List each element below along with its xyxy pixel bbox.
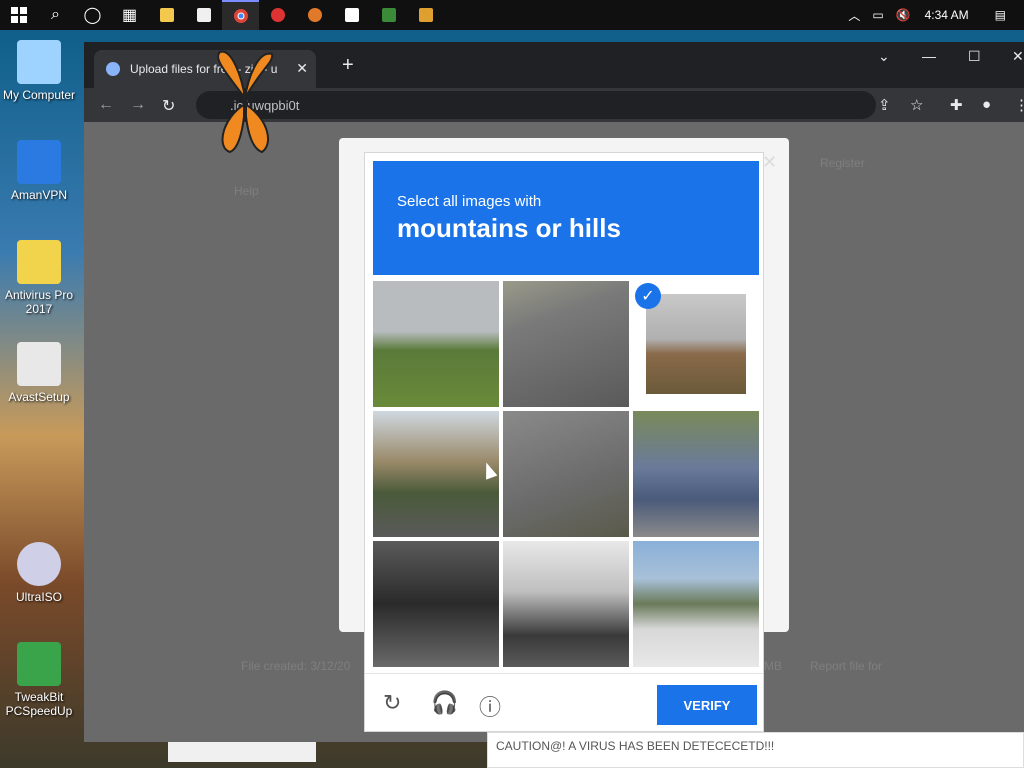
task-view-icon[interactable]: ▦ [111, 0, 148, 30]
desktop-icon-antivirus-pro[interactable]: Antivirus Pro 2017 [0, 240, 78, 316]
desktop-icon-amanvpn[interactable]: AmanVPN [0, 140, 78, 202]
app-7z-icon[interactable] [333, 0, 370, 30]
search-icon[interactable]: ⌕ [37, 0, 74, 30]
app-red-icon[interactable] [259, 0, 296, 30]
captcha-image-grid: ✓ [373, 281, 759, 667]
captcha-instruction-banner: Select all images with mountains or hill… [373, 161, 759, 275]
volume-muted-icon[interactable]: 🔇 [896, 8, 911, 22]
site-favicon-icon [106, 62, 120, 76]
close-modal-icon[interactable]: ✕ [762, 152, 777, 173]
captcha-tile-8[interactable] [503, 541, 629, 667]
butterfly-icon [217, 50, 274, 154]
captcha-challenge: Select all images with mountains or hill… [364, 152, 764, 732]
captcha-tile-2[interactable] [503, 281, 629, 407]
virus-warning-notification[interactable]: CAUTION@! A VIRUS HAS BEEN DETECECETD!!! [487, 732, 1024, 768]
app-grid-icon[interactable] [370, 0, 407, 30]
instruction-large: mountains or hills [397, 213, 621, 243]
system-tray: ︿ ▭ 🔇 4:34 AM ▤ [842, 0, 1024, 30]
menu-icon[interactable]: ⋮ [1014, 96, 1024, 114]
desktop-icon-avastsetup[interactable]: AvastSetup [0, 342, 78, 404]
forward-icon[interactable]: → [130, 96, 146, 114]
bookmark-star-icon[interactable]: ☆ [910, 96, 923, 114]
captcha-tile-4[interactable] [373, 411, 499, 537]
app-image-icon[interactable] [407, 0, 444, 30]
file-explorer-icon[interactable] [148, 0, 185, 30]
instruction-small: Select all images with [397, 193, 542, 210]
taskbar: ⌕ ◯ ▦ ︿ ▭ 🔇 4:34 AM ▤ [0, 0, 1024, 30]
audio-challenge-icon[interactable]: 🎧 [431, 690, 458, 716]
cortana-icon[interactable]: ◯ [74, 0, 111, 30]
captcha-controls: ↻ 🎧 ⓘ VERIFY [365, 673, 763, 731]
profile-icon[interactable]: ● [982, 96, 991, 113]
close-window-icon[interactable]: ✕ [1012, 48, 1024, 65]
refresh-icon[interactable]: ↻ [383, 690, 401, 716]
share-icon[interactable]: ⇪ [878, 96, 891, 114]
page-footer-fragment [168, 742, 316, 762]
captcha-tile-6[interactable] [633, 411, 759, 537]
info-icon[interactable]: ⓘ [479, 690, 501, 722]
captcha-tile-7[interactable] [373, 541, 499, 667]
captcha-tile-1[interactable] [373, 281, 499, 407]
help-link[interactable]: Help [234, 184, 259, 198]
captcha-tile-3[interactable]: ✓ [633, 281, 759, 407]
back-icon[interactable]: ← [98, 96, 114, 114]
tab-search-icon[interactable]: ⌄ [878, 48, 890, 65]
report-file-link[interactable]: Report file for [810, 659, 882, 673]
selected-check-icon: ✓ [635, 283, 661, 309]
new-tab-button[interactable]: + [342, 54, 354, 77]
chrome-icon[interactable] [222, 0, 259, 30]
captcha-tile-5[interactable] [503, 411, 629, 537]
minimize-icon[interactable]: — [922, 48, 936, 64]
verify-button[interactable]: VERIFY [657, 685, 757, 725]
register-link[interactable]: Register [820, 156, 865, 170]
file-size-text: MB [764, 659, 782, 673]
desktop-icon-my-computer[interactable]: My Computer [0, 40, 78, 102]
notifications-icon[interactable]: ▤ [995, 8, 1006, 22]
network-icon[interactable]: ▭ [872, 8, 883, 22]
reload-icon[interactable]: ↻ [162, 96, 175, 116]
store-icon[interactable] [185, 0, 222, 30]
app-orange-icon[interactable] [296, 0, 333, 30]
windows-start-icon[interactable] [0, 0, 37, 30]
desktop-icon-ultraiso[interactable]: UltraISO [0, 542, 78, 604]
captcha-tile-9[interactable] [633, 541, 759, 667]
close-tab-icon[interactable]: ✕ [296, 60, 308, 77]
extensions-icon[interactable]: ✚ [950, 96, 963, 114]
browser-tab[interactable]: Upload files for free - zip - u ✕ [94, 50, 316, 88]
clock[interactable]: 4:34 AM [925, 8, 969, 22]
address-bar[interactable]: .io/uwqpbi0t [196, 91, 876, 119]
maximize-icon[interactable]: ☐ [968, 48, 981, 65]
chevron-up-icon[interactable]: ︿ [848, 7, 860, 24]
file-created-text: File created: 3/12/20 [241, 659, 351, 673]
desktop-icon-tweakbit[interactable]: TweakBit PCSpeedUp [0, 642, 78, 718]
